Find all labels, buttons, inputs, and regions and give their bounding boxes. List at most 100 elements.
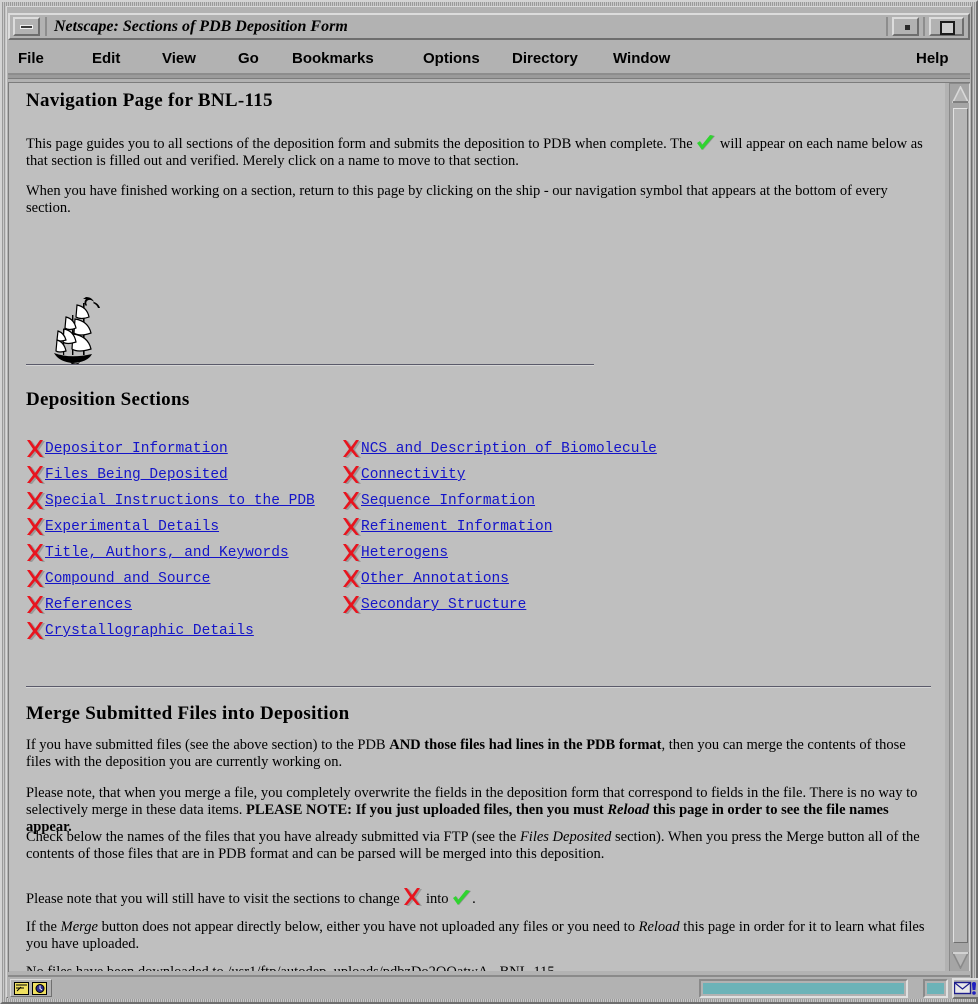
merge-p1-a: If you have submitted files (see the abo… bbox=[26, 737, 390, 753]
section-link-row: References bbox=[26, 594, 346, 620]
menu-options[interactable]: Options bbox=[423, 43, 480, 75]
merge-no-files-message: No files have been downloaded to /usr1/f… bbox=[26, 964, 931, 971]
merge-paragraph-5: If the Merge button does not appear dire… bbox=[26, 919, 931, 953]
merge-p5-a: If the bbox=[26, 919, 61, 935]
section-link-right-5[interactable]: Other Annotations bbox=[361, 571, 509, 587]
scrollbar-thumb[interactable] bbox=[953, 108, 968, 943]
titlebar-divider-right bbox=[886, 17, 888, 36]
section-link-row: Refinement Information bbox=[342, 516, 702, 542]
red-x-icon bbox=[342, 517, 362, 539]
menu-window[interactable]: Window bbox=[613, 43, 670, 75]
menu-go[interactable]: Go bbox=[238, 43, 259, 75]
merge-paragraph-1: If you have submitted files (see the abo… bbox=[26, 737, 931, 771]
red-x-icon bbox=[342, 569, 362, 591]
section-link-right-0[interactable]: NCS and Description of Biomolecule bbox=[361, 441, 657, 457]
red-x-icon bbox=[26, 543, 46, 565]
restore-icon bbox=[905, 25, 910, 30]
section-link-left-0[interactable]: Depositor Information bbox=[45, 441, 228, 457]
merge-p1-bold: AND those files had lines in the PDB for… bbox=[389, 737, 662, 753]
red-x-icon bbox=[342, 439, 362, 461]
section-link-row: Compound and Source bbox=[26, 568, 346, 594]
menu-view[interactable]: View bbox=[162, 43, 196, 75]
section-link-row: NCS and Description of Biomolecule bbox=[342, 438, 702, 464]
restore-button[interactable] bbox=[892, 17, 919, 36]
red-x-icon bbox=[26, 465, 46, 487]
page-title: Navigation Page for BNL-115 bbox=[26, 90, 273, 111]
progress-bar-container bbox=[699, 979, 908, 998]
status-indicator-box bbox=[923, 979, 948, 998]
section-link-left-4[interactable]: Title, Authors, and Keywords bbox=[45, 545, 289, 561]
menu-bar-separator bbox=[8, 75, 970, 79]
deposition-sections-left-column: Depositor Information Files Being Deposit… bbox=[26, 438, 346, 646]
merge-p4-a: Please note that you will still have to … bbox=[26, 891, 404, 907]
merge-p2-reload: Reload bbox=[607, 802, 650, 818]
vertical-scrollbar[interactable] bbox=[949, 83, 970, 971]
section-link-row: Secondary Structure bbox=[342, 594, 702, 620]
menu-directory[interactable]: Directory bbox=[512, 43, 578, 75]
browser-window: Netscape: Sections of PDB Deposition For… bbox=[0, 0, 978, 1004]
merge-p3-italic: Files Deposited bbox=[519, 829, 612, 845]
section-link-left-2[interactable]: Special Instructions to the PDB bbox=[45, 493, 315, 509]
status-bar bbox=[8, 975, 978, 999]
section-link-row: Connectivity bbox=[342, 464, 702, 490]
maximize-icon bbox=[940, 21, 955, 35]
status-icon-group[interactable] bbox=[10, 979, 52, 997]
progress-bar-fill bbox=[703, 983, 904, 994]
section-link-left-1[interactable]: Files Being Deposited bbox=[45, 467, 228, 483]
intro-paragraph-2: When you have finished working on a sect… bbox=[26, 183, 888, 216]
red-x-icon bbox=[26, 595, 46, 617]
intro-paragraph-1: This page guides you to all sections of … bbox=[26, 135, 931, 170]
ship-divider bbox=[26, 364, 594, 366]
section-link-row: Experimental Details bbox=[26, 516, 346, 542]
heading-deposition-sections: Deposition Sections bbox=[26, 389, 190, 410]
title-bar: Netscape: Sections of PDB Deposition For… bbox=[8, 13, 970, 40]
section-link-left-6[interactable]: References bbox=[45, 597, 132, 613]
merge-paragraph-4: Please note that you will still have to … bbox=[26, 887, 931, 908]
green-check-icon-2 bbox=[452, 890, 472, 907]
menu-help[interactable]: Help bbox=[916, 43, 949, 75]
scroll-down-arrow[interactable] bbox=[951, 952, 970, 970]
merge-p4-c: . bbox=[472, 891, 476, 907]
section-link-left-7[interactable]: Crystallographic Details bbox=[45, 623, 254, 639]
merge-p2-bold: PLEASE NOTE: If you just uploaded files,… bbox=[245, 802, 608, 818]
red-x-icon bbox=[342, 465, 362, 487]
menu-file[interactable]: File bbox=[18, 43, 44, 75]
menu-edit[interactable]: Edit bbox=[92, 43, 120, 75]
section-link-right-1[interactable]: Connectivity bbox=[361, 467, 465, 483]
mail-button[interactable] bbox=[952, 978, 978, 999]
merge-p4-b: into bbox=[422, 891, 453, 907]
green-check-icon bbox=[696, 135, 716, 152]
red-x-icon bbox=[26, 621, 46, 643]
maximize-button[interactable] bbox=[929, 17, 964, 36]
page-canvas: Navigation Page for BNL-115 This page gu… bbox=[9, 83, 945, 971]
section-link-right-3[interactable]: Refinement Information bbox=[361, 519, 552, 535]
minimize-button[interactable] bbox=[13, 17, 40, 36]
red-x-icon bbox=[342, 543, 362, 565]
section-link-right-2[interactable]: Sequence Information bbox=[361, 493, 535, 509]
red-x-icon bbox=[342, 595, 362, 617]
status-indicator-fill bbox=[927, 983, 944, 994]
minimize-icon bbox=[20, 25, 33, 29]
section-link-row: Heterogens bbox=[342, 542, 702, 568]
section-link-row: Special Instructions to the PDB bbox=[26, 490, 346, 516]
section-link-row: Title, Authors, and Keywords bbox=[26, 542, 346, 568]
directory-icon[interactable] bbox=[14, 982, 29, 995]
red-x-icon bbox=[342, 491, 362, 513]
merge-paragraph-3: Check below the names of the files that … bbox=[26, 829, 931, 863]
section-link-right-4[interactable]: Heterogens bbox=[361, 545, 448, 561]
section-divider-1 bbox=[26, 686, 931, 688]
section-link-right-6[interactable]: Secondary Structure bbox=[361, 597, 526, 613]
section-link-left-3[interactable]: Experimental Details bbox=[45, 519, 219, 535]
section-link-left-5[interactable]: Compound and Source bbox=[45, 571, 210, 587]
section-link-row: Depositor Information bbox=[26, 438, 346, 464]
titlebar-divider-right-2 bbox=[923, 17, 925, 36]
titlebar-divider-left bbox=[45, 17, 47, 36]
sailing-ship-icon[interactable] bbox=[50, 295, 112, 367]
security-icon[interactable] bbox=[32, 982, 47, 995]
menu-bookmarks[interactable]: Bookmarks bbox=[292, 43, 374, 75]
section-link-row: Other Annotations bbox=[342, 568, 702, 594]
mail-icon bbox=[953, 981, 976, 995]
scroll-up-arrow[interactable] bbox=[951, 85, 970, 103]
red-x-icon bbox=[26, 491, 46, 513]
window-title: Netscape: Sections of PDB Deposition For… bbox=[54, 18, 348, 35]
